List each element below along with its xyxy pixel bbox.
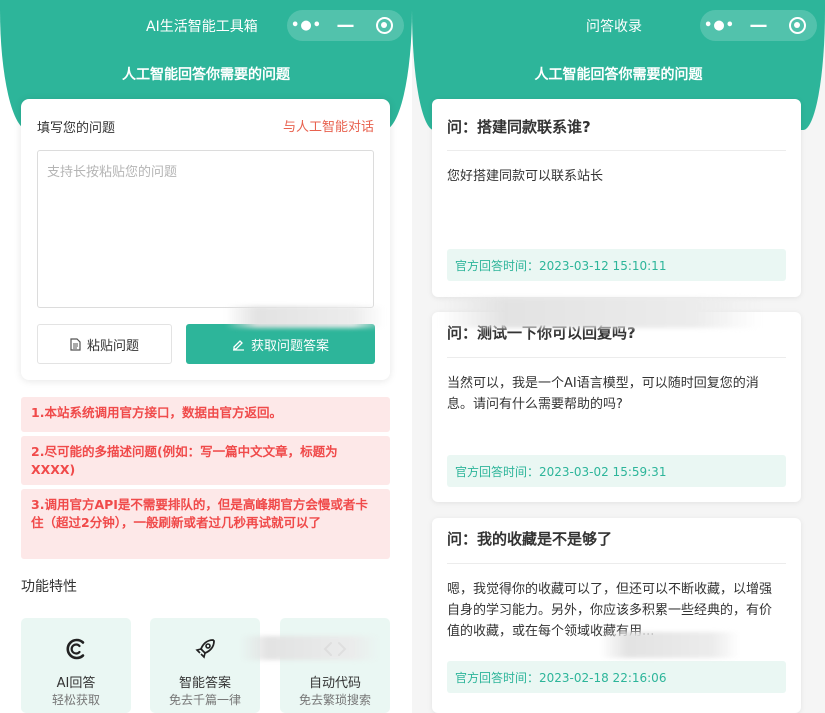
header-subtitle: 人工智能回答你需要的问题 xyxy=(534,67,703,83)
section-title: 功能特性 xyxy=(21,579,77,595)
document-icon xyxy=(70,337,81,351)
chat-with-ai-link[interactable]: 与人工智能对话 xyxy=(283,116,374,135)
header-subtitle: 人工智能回答你需要的问题 xyxy=(122,67,290,83)
feature-card[interactable]: AI回答 轻松获取 xyxy=(21,618,131,713)
mini-program-capsule: •●• — xyxy=(287,10,404,41)
get-answer-label: 获取问题答案 xyxy=(250,338,329,354)
qa-card[interactable]: 问：搭建同款联系谁? 您好搭建同款可以联系站长 官方回答时间：2023-03-1… xyxy=(432,99,801,297)
feature-title: 智能答案 xyxy=(178,676,231,691)
ai-c-icon xyxy=(21,636,131,662)
blur-overlay xyxy=(225,306,385,328)
feature-title: AI回答 xyxy=(56,676,96,691)
notice-item: 1.本站系统调用官方接口，数据由官方返回。 xyxy=(21,397,390,432)
feature-subtitle: 免去千篇一律 xyxy=(168,693,241,707)
divider xyxy=(447,357,786,358)
question-label: 填写您的问题 xyxy=(37,121,116,136)
divider xyxy=(447,150,786,151)
feature-card[interactable]: 智能答案 免去千篇一律 xyxy=(150,618,260,713)
qa-time: 官方回答时间：2023-02-18 22:16:06 xyxy=(447,661,786,693)
close-button[interactable] xyxy=(778,10,817,41)
qa-question: 问：搭建同款联系谁? xyxy=(447,118,591,136)
page-title: 问答收录 xyxy=(586,19,642,35)
screenshot: AI生活智能工具箱 •●• — 人工智能回答你需要的问题 填写您的问题 与人工智… xyxy=(0,0,825,713)
qa-time: 官方回答时间：2023-03-12 15:10:11 xyxy=(447,249,786,281)
blur-overlay xyxy=(600,632,740,658)
question-input[interactable]: 支持长按粘贴您的问题 xyxy=(37,150,374,308)
blur-overlay xyxy=(440,298,760,328)
feature-card[interactable]: 自动代码 免去繁琐搜索 xyxy=(280,618,390,713)
page-title: AI生活智能工具箱 xyxy=(146,19,258,35)
qa-card[interactable]: 问：我的收藏是不是够了 嗯，我觉得你的收藏可以了，但还可以不断收藏，以增强自身的… xyxy=(432,518,801,713)
blur-overlay xyxy=(240,636,380,660)
more-button[interactable]: •●• xyxy=(287,10,326,41)
record-icon xyxy=(376,17,393,34)
qa-answer: 当然可以，我是一个AI语言模型，可以随时回复您的消息。请问有什么需要帮助的吗? xyxy=(447,376,759,412)
minimize-button[interactable]: — xyxy=(739,10,778,41)
minimize-button[interactable]: — xyxy=(326,10,365,41)
qa-answer: 您好搭建同款可以联系站长 xyxy=(447,169,604,184)
mini-program-capsule: •●• — xyxy=(700,10,817,41)
notice-item: 2.尽可能的多描述问题(例如：写一篇中文文章，标题为XXXX) xyxy=(21,436,390,485)
edit-icon xyxy=(232,338,245,351)
notice-item: 3.调用官方API是不需要排队的，但是高峰期官方会慢或者卡住（超过2分钟），一般… xyxy=(21,489,390,559)
qa-records-page: 问答收录 •●• — 人工智能回答你需要的问题 问：搭建同款联系谁? 您好搭建同… xyxy=(412,0,825,713)
feature-title: 自动代码 xyxy=(308,676,361,691)
get-answer-button[interactable]: 获取问题答案 xyxy=(186,324,375,364)
toolbox-page: AI生活智能工具箱 •●• — 人工智能回答你需要的问题 填写您的问题 与人工智… xyxy=(0,0,412,713)
paste-button-label: 粘贴问题 xyxy=(86,338,139,354)
divider xyxy=(447,563,786,564)
more-button[interactable]: •●• xyxy=(700,10,739,41)
question-form: 填写您的问题 与人工智能对话 支持长按粘贴您的问题 粘贴问题 获取问题答案 xyxy=(21,99,390,380)
paste-button[interactable]: 粘贴问题 xyxy=(37,324,172,364)
feature-subtitle: 轻松获取 xyxy=(51,693,100,707)
record-icon xyxy=(789,17,806,34)
feature-subtitle: 免去繁琐搜索 xyxy=(298,693,371,707)
qa-time: 官方回答时间：2023-03-02 15:59:31 xyxy=(447,455,786,487)
qa-question: 问：我的收藏是不是够了 xyxy=(447,530,613,548)
qa-card[interactable]: 问：测试一下你可以回复吗? 当然可以，我是一个AI语言模型，可以随时回复您的消息… xyxy=(432,312,801,502)
close-button[interactable] xyxy=(365,10,404,41)
